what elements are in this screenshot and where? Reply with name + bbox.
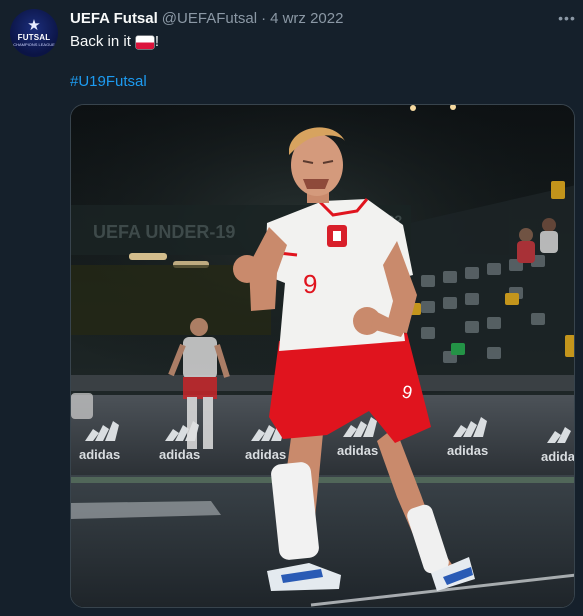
tweet[interactable]: ★ FUTSAL CHAMPIONS LEAGUE ••• UEFA Futsa… <box>0 0 583 616</box>
tweet-media-photo[interactable]: UEFA UNDER-19 2022 adidas adidas adidas … <box>70 104 575 608</box>
avatar[interactable]: ★ FUTSAL CHAMPIONS LEAGUE <box>10 9 58 57</box>
adidas-text: adidas <box>541 449 575 464</box>
tweet-header: UEFA Futsal @UEFAFutsal · 4 wrz 2022 <box>70 8 575 28</box>
user-handle[interactable]: @UEFAFutsal <box>162 10 257 27</box>
banner-text: UEFA UNDER-19 <box>93 222 235 242</box>
avatar-wordmark: FUTSAL <box>17 33 51 42</box>
adidas-text: adidas <box>245 447 286 462</box>
hashtag-link[interactable]: #U19Futsal <box>70 72 575 92</box>
adidas-text: adidas <box>79 447 120 462</box>
adidas-text: adidas <box>159 447 200 462</box>
adidas-text: adidas <box>447 443 488 458</box>
futsal-player-photo: UEFA UNDER-19 2022 adidas adidas adidas … <box>71 105 575 607</box>
timestamp[interactable]: 4 wrz 2022 <box>270 10 343 27</box>
separator: · <box>261 9 267 27</box>
shirt-number: 9 <box>303 269 317 299</box>
adidas-text: adidas <box>337 443 378 458</box>
tweet-text-content: Back in it <box>70 33 131 50</box>
poland-flag-icon <box>135 35 154 49</box>
avatar-subtitle: CHAMPIONS LEAGUE <box>13 42 55 47</box>
display-name[interactable]: UEFA Futsal <box>70 10 158 27</box>
tweet-text: Back in it ! <box>70 32 575 52</box>
star-ball-icon: ★ <box>27 17 41 34</box>
tweet-text-suffix: ! <box>154 33 160 50</box>
tweet-body: UEFA Futsal @UEFAFutsal · 4 wrz 2022 Bac… <box>70 8 575 608</box>
